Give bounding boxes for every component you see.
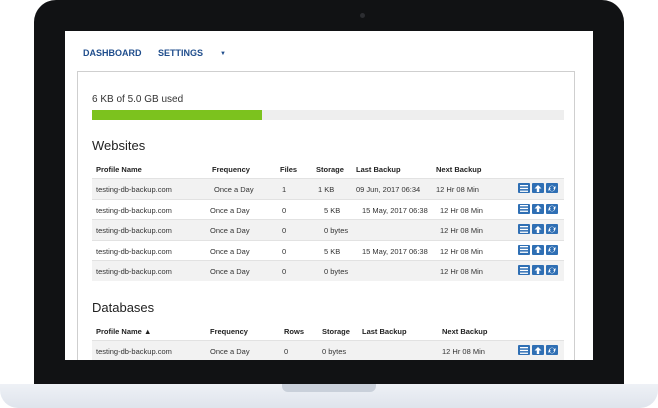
cell-frequency: Once a Day — [210, 205, 250, 215]
col-next-backup[interactable]: Next Backup — [442, 327, 487, 336]
cell-next-backup: 12 Hr 08 Min — [436, 185, 479, 194]
storage-progress-fill — [92, 110, 262, 120]
backup-panel: 6 KB of 5.0 GB used Websites Profile Nam… — [77, 71, 575, 360]
cell-frequency: Once a Day — [210, 267, 250, 276]
col-storage[interactable]: Storage — [322, 327, 350, 336]
row-actions — [518, 224, 560, 234]
cell-profile-name[interactable]: testing-db-backup.com — [96, 247, 172, 256]
cell-storage: 1 KB — [318, 185, 335, 194]
table-row: testing-db-backup.com Once a Day 0 0 bytes 1… — [92, 260, 564, 281]
cell-frequency: Once a Day — [210, 347, 250, 356]
view-logs-button[interactable] — [518, 203, 530, 214]
table-row: testing-db-backup.com Once a Day 0 0 bytes 1… — [92, 219, 564, 240]
chevron-down-icon: ▼ — [220, 50, 226, 57]
col-storage[interactable]: Storage — [316, 165, 344, 174]
databases-table-header: Profile Name ▲ Frequency Rows Storage La… — [92, 322, 564, 340]
storage-usage-text: 6 KB of 5.0 GB used — [92, 94, 184, 105]
view-logs-button[interactable] — [518, 244, 530, 255]
cell-count: 0 — [282, 267, 287, 276]
col-profile-name[interactable]: Profile Name — [96, 165, 142, 174]
view-logs-button[interactable] — [518, 224, 530, 234]
col-last-backup[interactable]: Last Backup — [356, 165, 401, 174]
restore-button[interactable] — [546, 224, 558, 234]
table-row: testing-db-backup.com Once a Day 1 1 KB 09 J… — [92, 178, 564, 199]
backup-now-button[interactable] — [532, 345, 544, 355]
backup-now-button[interactable] — [532, 265, 544, 275]
cell-profile-name[interactable]: testing-db-backup.com — [96, 226, 172, 235]
cell-frequency: Once a Day — [210, 226, 250, 235]
cell-profile-name[interactable]: testing-db-backup.com — [96, 267, 172, 276]
row-actions — [518, 345, 560, 355]
cell-profile-name[interactable]: testing-db-backup.com — [96, 347, 172, 356]
cell-last-backup: 15 May, 2017 06:38 — [362, 205, 428, 215]
websites-table-header: Profile Name Frequency Files Storage Las… — [92, 160, 564, 178]
backup-now-button[interactable] — [532, 183, 544, 193]
col-profile-name-sorted[interactable]: Profile Name ▲ — [96, 327, 151, 336]
databases-title: Databases — [92, 300, 155, 315]
backup-now-button[interactable] — [532, 244, 544, 255]
cell-last-backup: 15 May, 2017 06:38 — [362, 246, 428, 256]
restore-button[interactable] — [546, 203, 558, 214]
cell-next-backup: 12 Hr 08 Min — [440, 246, 483, 256]
cell-storage: 0 bytes — [322, 347, 347, 356]
laptop-notch — [282, 384, 376, 392]
cell-frequency: Once a Day — [210, 246, 250, 256]
cell-profile-name[interactable]: testing-db-backup.com — [96, 206, 172, 215]
cell-storage: 0 bytes — [324, 226, 349, 235]
storage-progress-bar — [92, 110, 564, 120]
col-frequency[interactable]: Frequency — [212, 165, 250, 174]
app-screen: DASHBOARD SETTINGS ▼ 6 KB of 5.0 GB used … — [65, 31, 593, 360]
restore-button[interactable] — [546, 244, 558, 255]
view-logs-button[interactable] — [518, 345, 530, 355]
restore-button[interactable] — [546, 345, 558, 355]
restore-button[interactable] — [546, 183, 558, 193]
cell-profile-name[interactable]: testing-db-backup.com — [96, 185, 172, 194]
col-last-backup[interactable]: Last Backup — [362, 327, 407, 336]
nav-dashboard[interactable]: DASHBOARD — [83, 48, 142, 58]
row-actions — [518, 244, 560, 255]
view-logs-button[interactable] — [518, 265, 530, 275]
cell-next-backup: 12 Hr 08 Min — [440, 205, 483, 215]
cell-count: 1 — [282, 185, 287, 194]
websites-title: Websites — [92, 138, 146, 153]
col-profile-name-label: Profile Name — [96, 327, 142, 336]
cell-next-backup: 12 Hr 08 Min — [440, 267, 483, 276]
cell-storage: 5 KB — [324, 246, 341, 256]
row-actions — [518, 265, 560, 275]
cell-count: 0 — [282, 205, 287, 215]
table-row: testing-db-backup.com Once a Day 0 5 KB 15 M… — [92, 239, 564, 261]
cell-next-backup: 12 Hr 08 Min — [440, 226, 483, 235]
col-next-backup[interactable]: Next Backup — [436, 165, 481, 174]
table-row: testing-db-backup.com Once a Day 0 5 KB 15 M… — [92, 198, 564, 220]
restore-button[interactable] — [546, 265, 558, 275]
cell-count: 0 — [282, 226, 287, 235]
row-actions — [518, 203, 560, 214]
cell-frequency: Once a Day — [214, 185, 254, 194]
sort-asc-icon: ▲ — [143, 327, 152, 336]
row-actions — [518, 183, 560, 193]
cell-next-backup: 12 Hr 08 Min — [442, 347, 485, 356]
top-nav: DASHBOARD SETTINGS ▼ — [83, 48, 254, 58]
cell-storage: 0 bytes — [324, 267, 349, 276]
nav-settings-label: SETTINGS — [158, 48, 204, 58]
backup-now-button[interactable] — [532, 203, 544, 214]
cell-count: 0 — [284, 347, 289, 356]
table-row: testing-db-backup.com Once a Day 0 0 bytes 1… — [92, 340, 564, 360]
cell-count: 0 — [282, 246, 287, 256]
col-files[interactable]: Files — [280, 165, 297, 174]
view-logs-button[interactable] — [518, 183, 530, 193]
col-frequency[interactable]: Frequency — [210, 327, 248, 336]
cell-last-backup: 09 Jun, 2017 06:34 — [356, 185, 421, 194]
nav-settings[interactable]: SETTINGS ▼ — [158, 48, 240, 58]
col-rows[interactable]: Rows — [284, 327, 304, 336]
cell-storage: 5 KB — [324, 205, 341, 215]
camera-icon — [360, 13, 365, 18]
backup-now-button[interactable] — [532, 224, 544, 234]
